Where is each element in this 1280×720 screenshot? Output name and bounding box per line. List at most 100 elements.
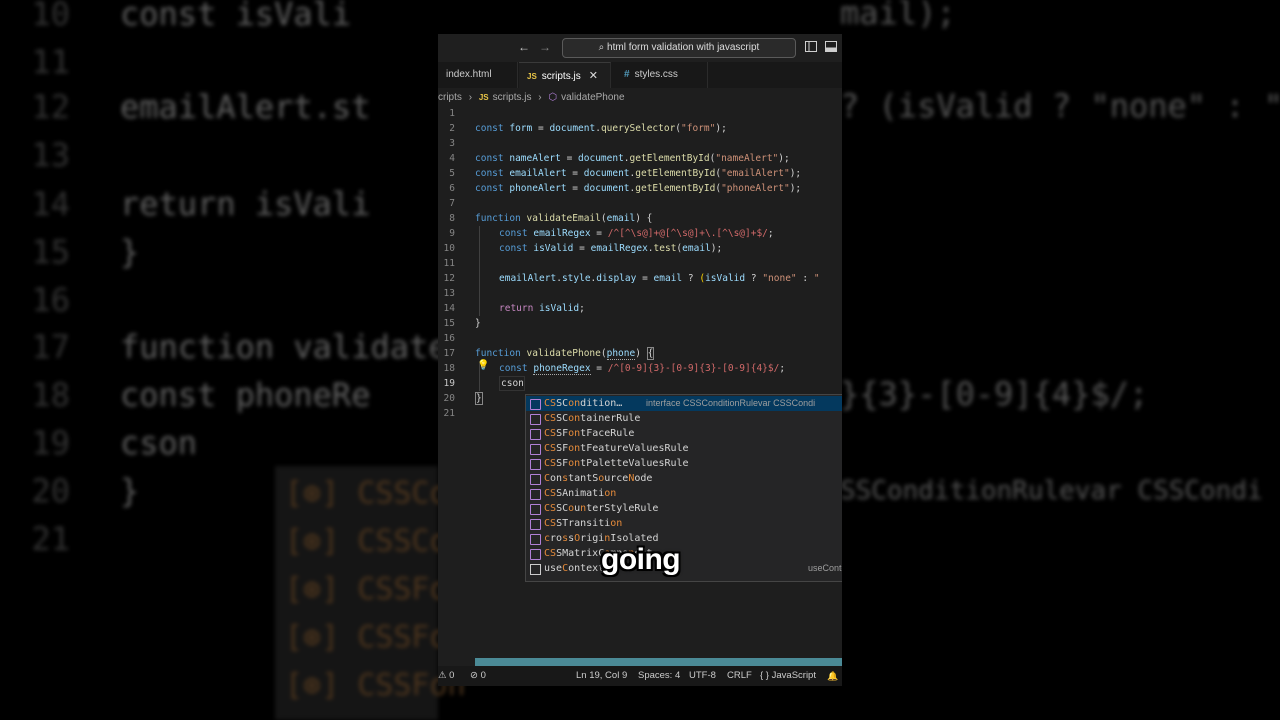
lightbulb-icon[interactable]: 💡 <box>477 360 489 371</box>
breadcrumb-folder[interactable]: cripts <box>438 92 462 103</box>
toggle-sidebar-icon[interactable] <box>805 41 817 55</box>
line-number-text: 3 <box>449 138 455 149</box>
variable-icon <box>530 504 541 515</box>
code-line: const form = document.querySelector("for… <box>475 123 727 134</box>
suggestion-item[interactable]: CSSFontFaceRule <box>526 426 842 441</box>
variable-icon <box>530 429 541 440</box>
suggestion-item[interactable]: CSSContainerRule <box>526 411 842 426</box>
video-caption: going <box>601 543 681 576</box>
horizontal-scrollbar[interactable] <box>475 658 842 666</box>
line-number: 7 <box>438 196 842 211</box>
suggestion-item[interactable]: CSSMatrixComponent <box>526 546 842 561</box>
suggestion-label: CSSTransition <box>544 518 623 529</box>
errors-indicator[interactable]: ⚠ 0 <box>438 666 454 686</box>
code-line: const emailAlert = document.getElementBy… <box>475 168 802 179</box>
notifications-bell-icon[interactable]: 🔔 <box>827 666 838 686</box>
suggestion-detail: interface CSSConditionRulevar CSSCondi <box>646 398 816 408</box>
variable-icon <box>530 549 541 560</box>
bg-code-line: 16 <box>31 281 70 319</box>
toggle-panel-icon[interactable] <box>825 41 837 55</box>
js-file-icon: JS <box>478 93 489 102</box>
tab-styles-css[interactable]: # styles.css <box>612 62 708 88</box>
bg-suggest-panel: [⊛] CSSCon [⊛] CSSCon [⊛] CSSFon [⊛] CSS… <box>275 466 466 720</box>
suggestion-label: ConstantSourceNode <box>544 473 653 484</box>
line-number: 3 <box>438 136 842 151</box>
bg-right-line: SSConditionRulevar CSSCondi <box>840 476 1263 506</box>
variable-icon <box>530 534 541 545</box>
variable-icon <box>530 414 541 425</box>
chevron-right-icon: › <box>468 92 473 103</box>
cursor-position[interactable]: Ln 19, Col 9 <box>576 666 627 686</box>
suggestion-item[interactable]: CSSCondition… interface CSSConditionRulev… <box>526 396 842 411</box>
bg-code-line: 20} <box>31 472 140 510</box>
suggestion-item[interactable]: crossOriginIsolated <box>526 531 842 546</box>
code-line: emailAlert.style.display = email ? (isVa… <box>438 271 842 286</box>
tab-scripts-js[interactable]: JS scripts.js ✕ <box>519 62 611 88</box>
suggestion-label: CSSFontFaceRule <box>544 428 635 439</box>
status-bar: ⚠ 0 ⊘ 0 Ln 19, Col 9 Spaces: 4 UTF-8 CRL… <box>438 666 842 686</box>
suggestion-item[interactable]: CSSAnimation <box>526 486 842 501</box>
variable-icon <box>530 399 541 410</box>
code-line: const phoneAlert = document.getElementBy… <box>475 183 802 194</box>
back-arrow-icon[interactable]: ← <box>518 40 530 54</box>
variable-icon <box>530 519 541 530</box>
suggestion-item[interactable]: ConstantSourceNode <box>526 471 842 486</box>
variable-icon <box>530 444 541 455</box>
suggestion-item[interactable]: CSSFontPaletteValuesRule <box>526 456 842 471</box>
code-line: } <box>475 318 481 329</box>
chevron-right-icon: › <box>538 92 542 103</box>
line-number-text: 7 <box>449 198 455 209</box>
code-line <box>438 286 842 301</box>
breadcrumb: cripts › JS scripts.js › ⬡ validatePhone <box>438 90 842 106</box>
warnings-indicator[interactable]: ⊘ 0 <box>470 666 486 686</box>
code-line: return isValid; <box>438 301 842 316</box>
suggestion-item[interactable]: CSSCounterStyleRule <box>526 501 842 516</box>
language-mode[interactable]: { } JavaScript <box>760 666 816 686</box>
bg-code-line: 18 const phoneRe <box>31 376 371 414</box>
js-file-icon: JS <box>527 72 537 81</box>
bg-right-line: mail); <box>840 0 956 32</box>
suggestion-detail: useConte <box>808 563 842 573</box>
tab-index-html[interactable]: index.html <box>438 62 518 88</box>
command-center-search[interactable]: ⌕ html form validation with javascript <box>562 38 796 58</box>
suggestion-label: useContext <box>544 563 605 574</box>
variable-icon <box>530 459 541 470</box>
tab-label: styles.css <box>634 69 678 80</box>
bg-code-line: 11 <box>31 43 70 81</box>
line-number: 16 <box>438 331 842 346</box>
bg-code-line: 13 <box>31 136 70 174</box>
suggestion-label: CSSCondition… <box>544 398 623 409</box>
forward-arrow-icon[interactable]: → <box>539 40 551 54</box>
cube-icon: ⬡ <box>548 92 558 103</box>
suggestion-label: CSSFontPaletteValuesRule <box>544 458 689 469</box>
line-number-text: 16 <box>443 333 455 344</box>
line-ending-setting[interactable]: CRLF <box>727 666 752 686</box>
bg-right-line: }{3}-[0-9]{4}$/; <box>840 375 1149 413</box>
breadcrumb-file[interactable]: scripts.js <box>493 92 532 103</box>
bg-code-line: 12 emailAlert.st <box>31 88 371 126</box>
suggestion-item[interactable]: CSSTransition <box>526 516 842 531</box>
bg-right-line: ? (isValid ? "none" : " <box>840 87 1280 125</box>
suggestion-item[interactable]: CSSFontFeatureValuesRule <box>526 441 842 456</box>
code-line: const phoneRegex = /^[0-9]{3}-[0-9]{3}-[… <box>438 361 842 376</box>
close-icon[interactable]: ✕ <box>589 70 598 82</box>
encoding-setting[interactable]: UTF-8 <box>689 666 716 686</box>
code-line: const nameAlert = document.getElementByI… <box>475 153 790 164</box>
code-line <box>438 256 842 271</box>
search-text: html form validation with javascript <box>607 42 760 53</box>
tab-label: index.html <box>446 69 492 80</box>
code-line: function validatePhone(phone) { <box>475 347 655 360</box>
line-number-text: 1 <box>449 108 455 119</box>
snippet-icon <box>530 564 541 575</box>
suggestion-label: CSSCounterStyleRule <box>544 503 659 514</box>
breadcrumb-symbol[interactable]: validatePhone <box>561 92 624 103</box>
indentation-setting[interactable]: Spaces: 4 <box>638 666 680 686</box>
tab-label: scripts.js <box>541 71 581 82</box>
suggestion-label: CSSContainerRule <box>544 413 641 424</box>
suggestion-item[interactable]: useContext useConte <box>526 561 842 576</box>
code-line: const emailRegex = /^[^\s@]+@[^\s@]+\.[^… <box>438 226 842 241</box>
code-line-current[interactable]: cson <box>438 376 842 391</box>
search-icon: ⌕ <box>598 42 605 53</box>
line-number: 1 <box>438 106 842 121</box>
code-line: function validateEmail(email) { <box>475 213 653 224</box>
